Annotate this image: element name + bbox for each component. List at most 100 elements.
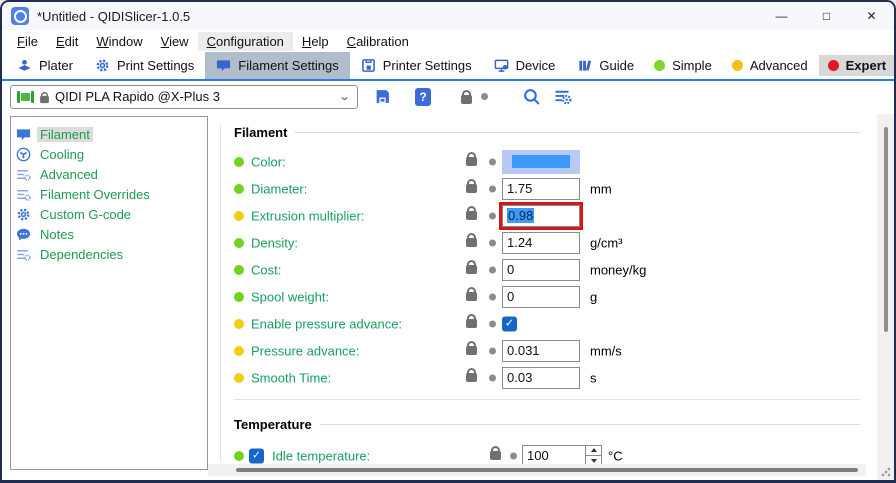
horizontal-scrollbar-thumb[interactable]: [236, 468, 858, 472]
save-preset-button[interactable]: [374, 88, 391, 105]
menu-calibration[interactable]: Calibration: [338, 32, 418, 51]
setting-label: Diameter:: [251, 181, 307, 196]
lock-icon[interactable]: [466, 292, 477, 301]
menu-configuration[interactable]: Configuration: [198, 32, 293, 51]
device-icon: [494, 58, 509, 73]
sidebar-item-filament[interactable]: Filament: [11, 124, 207, 144]
sidebar-item-custom-gcode[interactable]: Custom G-code: [11, 204, 207, 224]
mode-label: Simple: [672, 58, 712, 73]
idle-temperature-checkbox[interactable]: [249, 448, 264, 463]
dot-icon: [489, 320, 496, 327]
sidebar-item-dependencies[interactable]: Dependencies: [11, 244, 207, 264]
preset-combobox[interactable]: QIDI PLA Rapido @X-Plus 3 ⌄: [10, 85, 358, 109]
resize-grip[interactable]: [881, 467, 891, 477]
spool-weight-input[interactable]: 0: [502, 286, 580, 308]
help-button[interactable]: ?: [415, 88, 431, 106]
color-swatch-button[interactable]: [502, 150, 580, 174]
tab-guide[interactable]: Guide: [566, 52, 645, 79]
setting-row-diameter: Diameter: 1.75 mm: [234, 175, 860, 202]
dot-icon: [489, 347, 496, 354]
sidebar-item-filament-overrides[interactable]: Filament Overrides: [11, 184, 207, 204]
tab-plater[interactable]: Plater: [6, 52, 84, 79]
tab-label: Plater: [39, 58, 73, 73]
menu-edit[interactable]: Edit: [47, 32, 87, 51]
diameter-input[interactable]: 1.75: [502, 178, 580, 200]
menu-file[interactable]: File: [8, 32, 47, 51]
qidislicer-window: *Untitled - QIDISlicer-1.0.5 — □ ✕ File …: [0, 0, 896, 483]
setting-label: Spool weight:: [251, 289, 329, 304]
vertical-scrollbar-thumb[interactable]: [884, 127, 888, 332]
sidebar-item-label: Filament Overrides: [37, 187, 153, 202]
option-dot-icon: [234, 451, 244, 461]
setting-label: Idle temperature:: [272, 448, 370, 463]
menu-window[interactable]: Window: [87, 32, 151, 51]
mode-advanced[interactable]: Advanced: [723, 55, 817, 76]
menu-help[interactable]: Help: [293, 32, 338, 51]
setting-row-cost: Cost: 0 money/kg: [234, 256, 860, 283]
simple-dot-icon: [654, 60, 665, 71]
option-dot-icon: [234, 346, 244, 356]
option-dot-icon: [234, 319, 244, 329]
mode-label: Expert: [846, 58, 886, 73]
chevron-down-icon: ⌄: [338, 90, 351, 103]
spinner: [585, 446, 601, 466]
lock-icon[interactable]: [466, 265, 477, 274]
lock-icon[interactable]: [466, 184, 477, 193]
lock-icon: [461, 95, 472, 104]
dot-icon: [481, 93, 488, 100]
lock-icon[interactable]: [490, 451, 501, 460]
menu-bar: File Edit Window View Configuration Help…: [2, 30, 894, 52]
lock-icon[interactable]: [466, 157, 477, 166]
sidebar-item-label: Notes: [37, 227, 77, 242]
compare-presets-button[interactable]: [553, 87, 572, 106]
option-dot-icon: [234, 265, 244, 275]
lock-icon[interactable]: [466, 373, 477, 382]
unit-label: mm/s: [590, 343, 622, 358]
menu-view[interactable]: View: [152, 32, 198, 51]
density-input[interactable]: 1.24: [502, 232, 580, 254]
extrusion-multiplier-input[interactable]: 0.98: [502, 205, 580, 227]
setting-row-spool-weight: Spool weight: 0 g: [234, 283, 860, 310]
lock-preset-button[interactable]: [461, 89, 488, 104]
setting-label: Cost:: [251, 262, 281, 277]
horizontal-scrollbar[interactable]: [208, 464, 866, 476]
lock-icon[interactable]: [466, 211, 477, 220]
sidebar-item-label: Cooling: [37, 147, 87, 162]
sidebar-item-notes[interactable]: Notes: [11, 224, 207, 244]
vertical-scrollbar[interactable]: [877, 114, 894, 480]
tab-printer-settings[interactable]: Printer Settings: [350, 52, 483, 79]
minimize-button[interactable]: —: [759, 2, 804, 30]
sidebar-item-advanced[interactable]: Advanced: [11, 164, 207, 184]
printer-icon: [361, 58, 376, 73]
setting-label: Density:: [251, 235, 298, 250]
expert-dot-icon: [828, 60, 839, 71]
sidebar-item-cooling[interactable]: Cooling: [11, 144, 207, 164]
sidebar-item-label: Filament: [37, 127, 93, 142]
spin-up-button[interactable]: [586, 446, 601, 457]
lock-icon[interactable]: [466, 346, 477, 355]
maximize-button[interactable]: □: [804, 2, 849, 30]
lock-icon[interactable]: [466, 319, 477, 328]
lock-icon[interactable]: [466, 238, 477, 247]
unit-label: money/kg: [590, 262, 646, 277]
search-icon: [522, 87, 541, 106]
pressure-advance-input[interactable]: 0.031: [502, 340, 580, 362]
gear-icon: [16, 207, 31, 222]
comment-icon: [16, 127, 31, 142]
setting-row-pressure-advance: Pressure advance: 0.031 mm/s: [234, 337, 860, 364]
tab-filament-settings[interactable]: Filament Settings: [205, 52, 349, 79]
cost-input[interactable]: 0: [502, 259, 580, 281]
app-logo-icon: [11, 7, 29, 25]
tab-device[interactable]: Device: [483, 52, 567, 79]
search-button[interactable]: [522, 87, 541, 106]
close-button[interactable]: ✕: [849, 2, 894, 30]
mode-expert[interactable]: Expert: [819, 55, 895, 76]
enable-pressure-advance-checkbox[interactable]: [502, 316, 517, 331]
tab-print-settings[interactable]: Print Settings: [84, 52, 205, 79]
option-dot-icon: [234, 157, 244, 167]
gear-icon: [95, 58, 110, 73]
setting-row-extrusion-multiplier: Extrusion multiplier: 0.98: [234, 202, 860, 229]
notes-icon: [16, 227, 31, 242]
mode-simple[interactable]: Simple: [645, 55, 721, 76]
smooth-time-input[interactable]: 0.03: [502, 367, 580, 389]
